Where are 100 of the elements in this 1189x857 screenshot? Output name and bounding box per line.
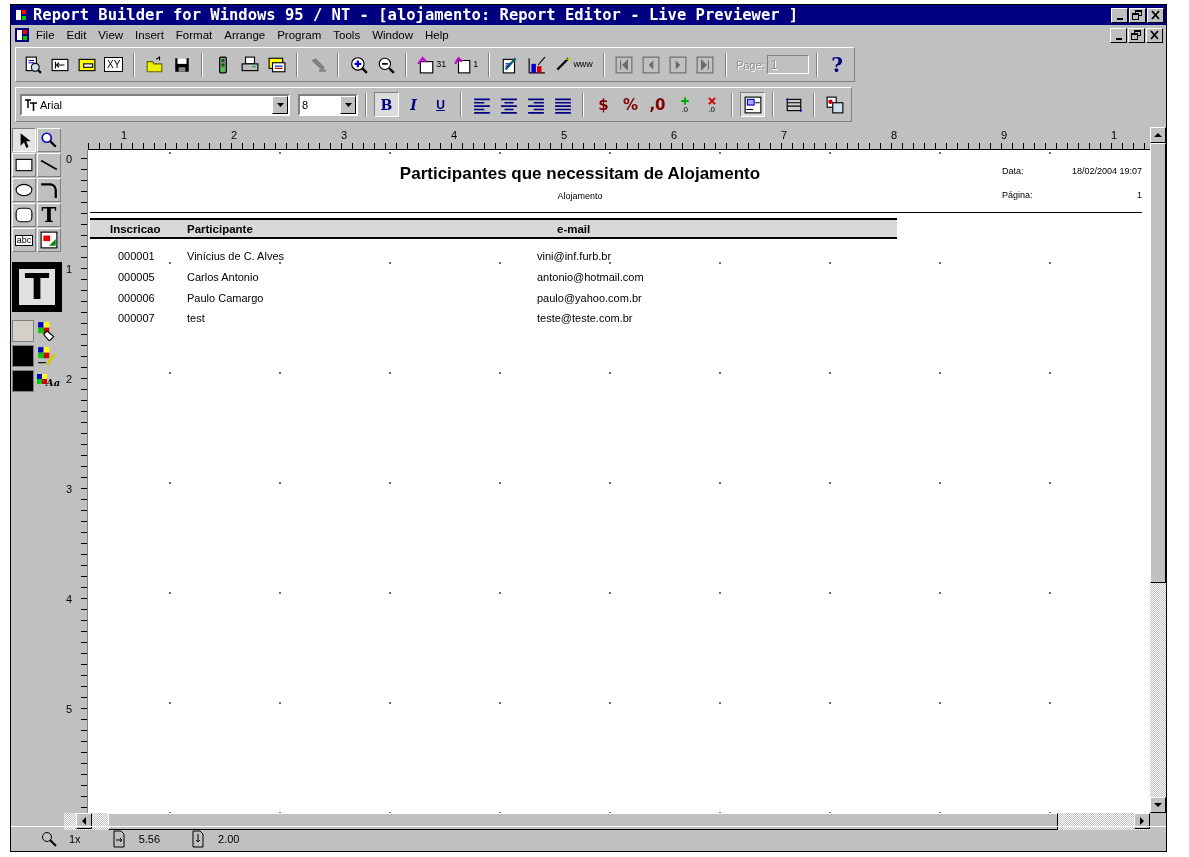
scroll-thumb[interactable]: [1150, 143, 1166, 583]
arc-tool-button[interactable]: [37, 178, 61, 202]
font-size-field[interactable]: 8: [300, 96, 340, 113]
menu-item[interactable]: Insert: [129, 29, 170, 41]
menu-item[interactable]: Tools: [327, 29, 367, 41]
pencil-page-icon: [500, 55, 519, 74]
last-page-icon: [696, 55, 715, 74]
pen-icon: [308, 55, 327, 74]
ruler-number: 3: [65, 483, 74, 497]
menu-item[interactable]: Window: [366, 29, 420, 41]
table-cell-text: 000007: [117, 312, 156, 325]
envelope-icon: [267, 55, 286, 74]
table-cell-text: 000005: [117, 271, 156, 284]
color-swatch[interactable]: [12, 370, 34, 392]
info-label: Página:: [1002, 190, 1034, 200]
restore-button[interactable]: [1128, 27, 1145, 43]
column-header: Inscricao: [109, 222, 162, 235]
rounded-rectangle-tool-button[interactable]: [12, 203, 36, 227]
ruler-number: 9: [1001, 128, 1009, 141]
info-value: 1: [1136, 190, 1142, 200]
restore-icon: [1131, 30, 1142, 40]
ellipse-icon: [15, 181, 33, 199]
report-subtitle: Alojamento: [557, 191, 603, 201]
left-arrow-icon: [80, 817, 88, 825]
zoom-out-icon: [376, 55, 395, 74]
picture-icon: [40, 231, 58, 249]
rectangle-tool-button[interactable]: [12, 153, 36, 177]
close-button[interactable]: [1147, 7, 1164, 23]
menu-item[interactable]: Arrange: [218, 29, 272, 41]
ruler-number: 1: [121, 128, 129, 141]
info-value: 18/02/2004 19:07: [1070, 166, 1142, 176]
menu-item[interactable]: Help: [419, 29, 455, 41]
font-icon: [24, 98, 38, 111]
table-cell-text: Paulo Camargo: [187, 291, 265, 304]
color-swatch[interactable]: [12, 320, 34, 342]
line-tool-button[interactable]: [37, 153, 61, 177]
rounded-rectangle-icon: [15, 206, 33, 224]
scroll-down-button[interactable]: [1150, 797, 1166, 813]
font-color-button[interactable]: Aa: [36, 374, 61, 388]
scroll-right-button[interactable]: [1134, 813, 1150, 829]
picture-tool-button[interactable]: [37, 228, 61, 252]
field-tool-button[interactable]: abc: [12, 228, 36, 252]
border-icon: [784, 95, 803, 114]
font-size-combo[interactable]: 8: [298, 93, 358, 116]
minimize-icon: [1115, 37, 1122, 40]
bar-chart-icon: [527, 55, 546, 74]
ruler-number: 1: [65, 263, 74, 277]
menu-item[interactable]: Program: [271, 29, 328, 41]
table-cell-text: 000006: [117, 291, 156, 304]
dropdown-button[interactable]: [340, 95, 356, 114]
text-tool-button[interactable]: T: [37, 203, 61, 227]
page-width-icon: [110, 830, 127, 848]
first-page-icon: [615, 55, 634, 74]
document-icon: [14, 27, 30, 43]
font-combo[interactable]: Arial: [20, 93, 290, 116]
ruler-number: 1: [1111, 128, 1119, 141]
next-page-icon: [669, 55, 688, 74]
menu-item[interactable]: Format: [169, 29, 219, 41]
minimize-button[interactable]: [1111, 7, 1128, 23]
bold-button[interactable]: B: [374, 92, 399, 117]
up-arrow-icon: [1154, 131, 1162, 139]
previous-page-icon: [642, 55, 661, 74]
ruler-number: 4: [451, 128, 459, 141]
down-arrow-icon: [1154, 801, 1162, 809]
ruler-number: 4: [65, 593, 74, 607]
report-title: Participantes que necessitam de Alojamento: [399, 164, 761, 184]
fill-color-icon: [36, 321, 58, 341]
magnifier-tool-button[interactable]: [37, 128, 61, 152]
table-cell-text: antonio@hotmail.com: [537, 271, 645, 284]
printer-icon: [240, 55, 259, 74]
page-magnifier-icon: [23, 55, 42, 74]
right-arrow-icon: [1138, 817, 1146, 825]
font-field[interactable]: Arial: [38, 96, 272, 113]
close-button[interactable]: [1146, 27, 1163, 43]
zoom-icon: [41, 830, 57, 848]
line-color-icon: [36, 346, 58, 366]
table-cell-text: teste@teste.com.br: [537, 312, 634, 325]
ruler-number: 5: [65, 703, 74, 717]
window-arrow-button[interactable]: [740, 92, 765, 117]
scroll-up-button[interactable]: [1150, 127, 1166, 143]
ruler-number: 5: [561, 128, 569, 141]
table-cell-text: Vinícius de C. Alves: [187, 250, 285, 263]
menu-item[interactable]: Edit: [60, 29, 93, 41]
scroll-left-button[interactable]: [76, 813, 92, 829]
ellipse-tool-button[interactable]: [12, 178, 36, 202]
pointer-tool-button[interactable]: [12, 128, 36, 152]
scroll-thumb[interactable]: [108, 813, 1058, 830]
window-title: Report Builder for Windows 95 / NT - [alojamento: Report Editor - Live Previewer ]: [33, 6, 800, 24]
ruler-number: 0: [65, 153, 74, 167]
restore-button[interactable]: [1129, 7, 1146, 23]
dropdown-button[interactable]: [272, 95, 288, 114]
menu-item[interactable]: File: [30, 29, 61, 41]
minimize-icon: [1116, 17, 1123, 20]
color-swatch[interactable]: [12, 345, 34, 367]
minimize-button[interactable]: [1110, 27, 1127, 43]
ruler-number: 6: [671, 128, 679, 141]
current-tool-indicator: T: [19, 269, 55, 305]
magnifier-icon: [40, 131, 58, 149]
menu-item[interactable]: View: [92, 29, 130, 41]
calendar-icon: [417, 55, 436, 74]
